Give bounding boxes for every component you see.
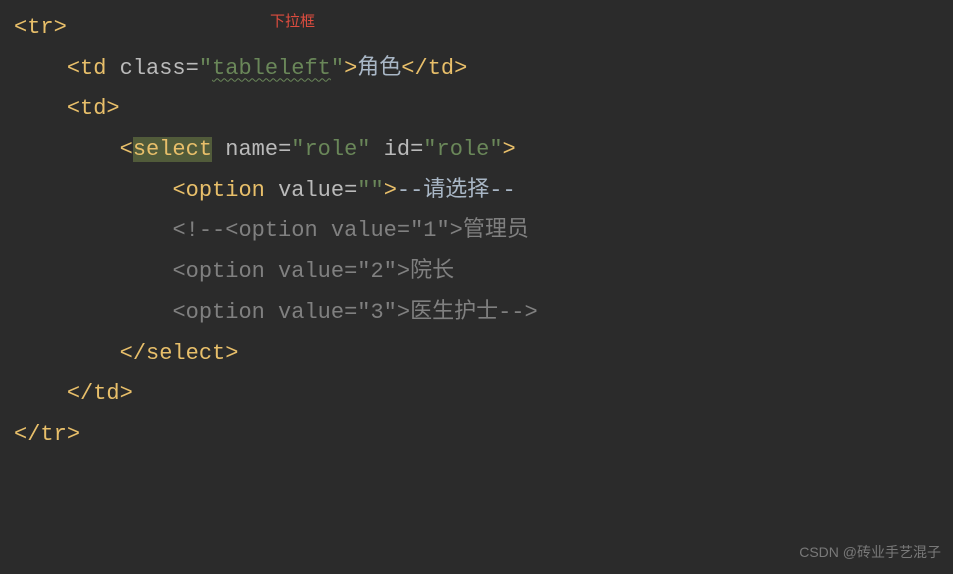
tag-bracket: </ (120, 341, 146, 366)
code-line[interactable]: <td> (14, 89, 939, 130)
tag-bracket: < (14, 15, 27, 40)
space (370, 137, 383, 162)
tag-bracket: > (54, 15, 67, 40)
comment-text: 管理员 (463, 218, 529, 243)
quote: " (199, 56, 212, 81)
quote: " (291, 137, 304, 162)
quote: " (331, 56, 344, 81)
comment: <option value="3"> (172, 300, 410, 325)
code-line[interactable]: </tr> (14, 415, 939, 456)
tag-bracket: < (67, 56, 80, 81)
attr-name: class (120, 56, 186, 81)
indent (14, 259, 172, 284)
attr-value: role (304, 137, 357, 162)
code-editor[interactable]: 下拉框 <tr> <td class="tableleft">角色</td> <… (0, 0, 953, 464)
tag-bracket: > (384, 178, 397, 203)
quote: " (357, 178, 370, 203)
code-line[interactable]: </select> (14, 334, 939, 375)
code-line[interactable]: <tr> (14, 8, 939, 49)
tag-bracket: > (503, 137, 516, 162)
tag-bracket: > (225, 341, 238, 366)
space (106, 56, 119, 81)
indent (14, 341, 120, 366)
quote: " (370, 178, 383, 203)
tag-bracket: </ (14, 422, 40, 447)
equals: = (410, 137, 423, 162)
tag-name: option (186, 178, 265, 203)
tag-bracket: > (344, 56, 357, 81)
attr-name: value (278, 178, 344, 203)
equals: = (186, 56, 199, 81)
attr-name: name (225, 137, 278, 162)
code-line[interactable]: <option value="2">院长 (14, 252, 939, 293)
code-line[interactable]: <!--<option value="1">管理员 (14, 211, 939, 252)
indent (14, 96, 67, 121)
code-line[interactable]: </td> (14, 374, 939, 415)
tag-name: select (146, 341, 225, 366)
equals: = (344, 178, 357, 203)
quote: " (489, 137, 502, 162)
watermark: CSDN @砖业手艺混子 (799, 540, 941, 566)
tag-bracket: > (120, 381, 133, 406)
tag-name: td (80, 56, 106, 81)
indent (14, 381, 67, 406)
tag-bracket: < (120, 137, 133, 162)
code-line[interactable]: <option value="3">医生护士--> (14, 293, 939, 334)
comment-text: 医生护士 (410, 300, 498, 325)
equals: = (278, 137, 291, 162)
tag-bracket: < (67, 96, 80, 121)
indent (14, 178, 172, 203)
tag-name: td (93, 381, 119, 406)
tag-bracket: < (172, 178, 185, 203)
tag-bracket: </ (67, 381, 93, 406)
space (212, 137, 225, 162)
attr-value: role (437, 137, 490, 162)
text-node: --请选择-- (397, 178, 516, 203)
indent (14, 137, 120, 162)
code-line[interactable]: <td class="tableleft">角色</td> (14, 49, 939, 90)
comment-end: --> (498, 300, 538, 325)
code-line[interactable]: <option value="">--请选择-- (14, 171, 939, 212)
indent (14, 218, 172, 243)
tag-bracket: > (67, 422, 80, 447)
indent (14, 56, 67, 81)
quote: " (423, 137, 436, 162)
quote: " (357, 137, 370, 162)
comment-text: 院长 (410, 259, 454, 284)
code-line[interactable]: <select name="role" id="role"> (14, 130, 939, 171)
tag-name: td (80, 96, 106, 121)
tag-bracket: </ (401, 56, 427, 81)
text-node: 角色 (357, 56, 401, 81)
attr-value: tableleft (212, 56, 331, 81)
indent (14, 300, 172, 325)
space (265, 178, 278, 203)
tag-bracket: > (454, 56, 467, 81)
attr-name: id (384, 137, 410, 162)
tag-name: td (428, 56, 454, 81)
tag-bracket: > (106, 96, 119, 121)
tag-name: tr (27, 15, 53, 40)
comment: <!--<option value="1"> (172, 218, 462, 243)
tag-name-highlighted: select (133, 137, 212, 162)
comment: <option value="2"> (172, 259, 410, 284)
tag-name: tr (40, 422, 66, 447)
